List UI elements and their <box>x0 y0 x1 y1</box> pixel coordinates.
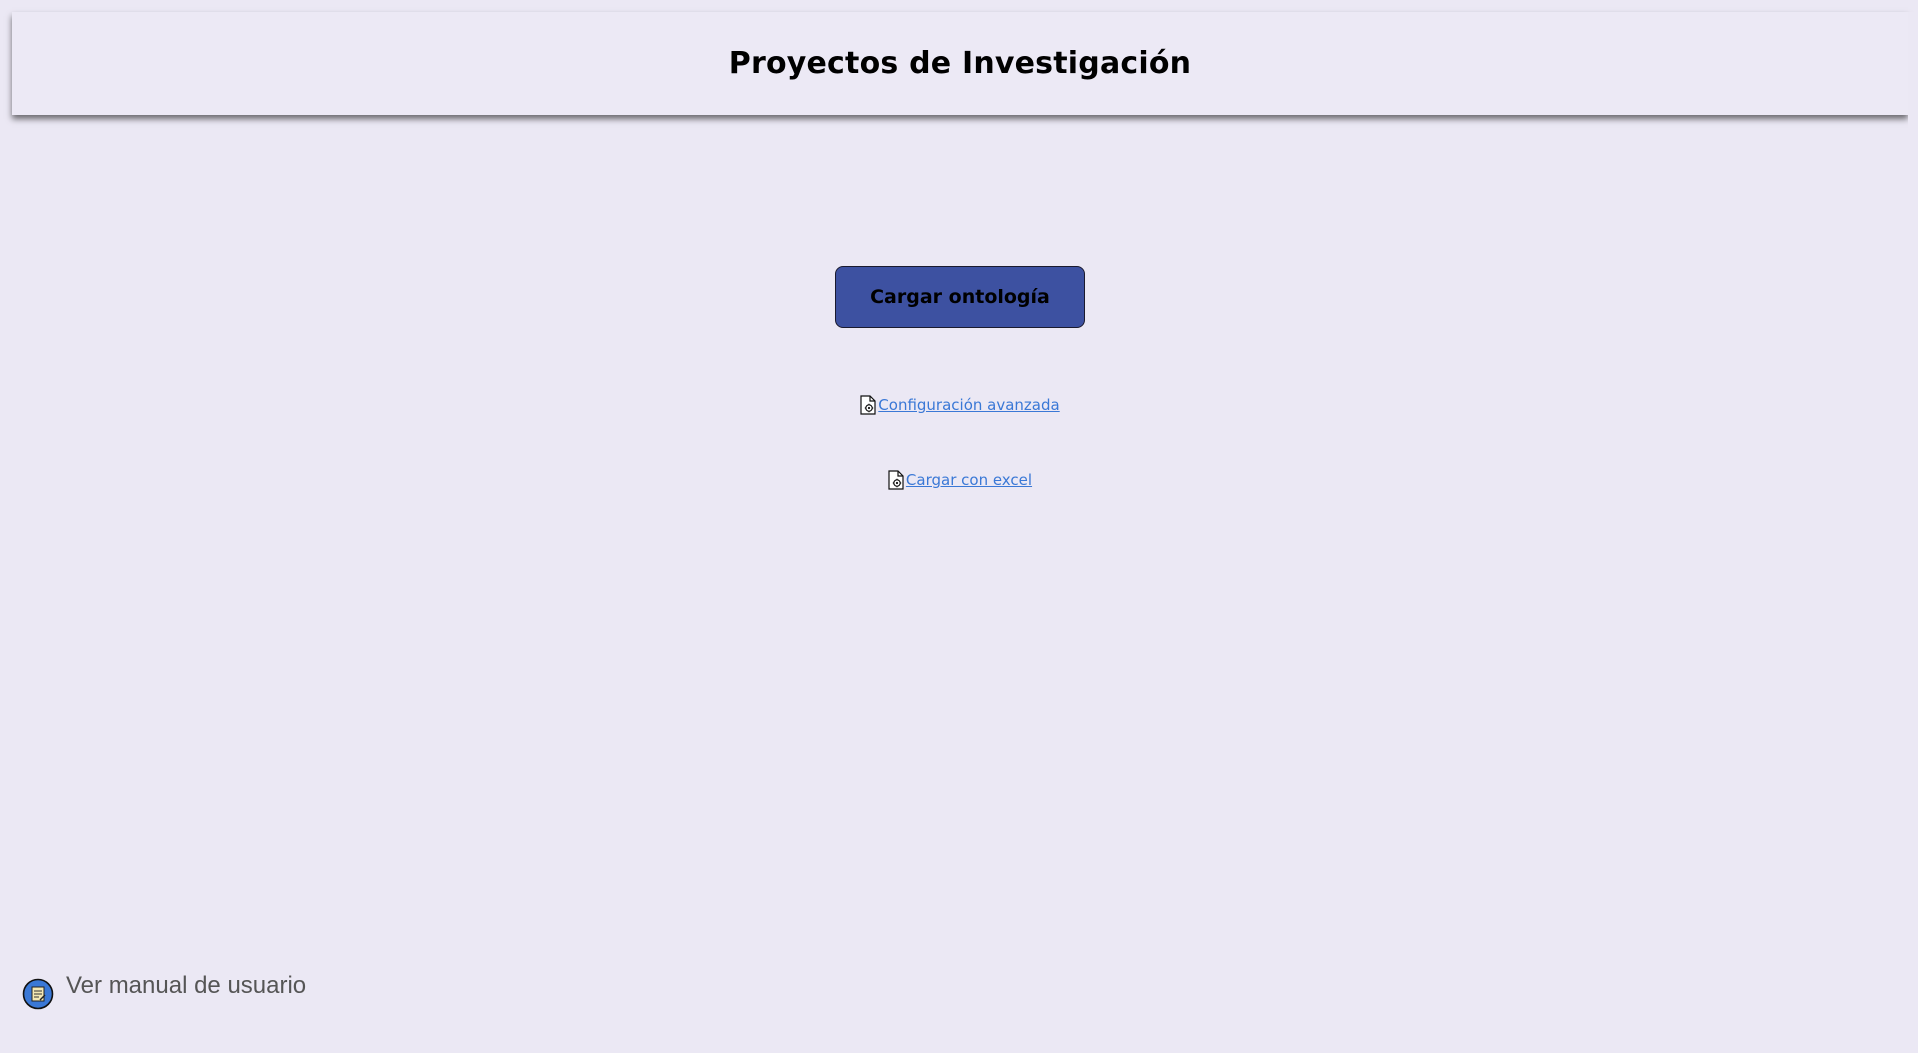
advanced-config-link-row: Configuración avanzada <box>0 395 1920 415</box>
document-gear-icon <box>888 470 904 490</box>
user-manual-label: Ver manual de usuario <box>66 972 307 999</box>
advanced-config-link[interactable]: Configuración avanzada <box>878 396 1059 414</box>
page-header: Proyectos de Investigación <box>12 12 1908 115</box>
user-manual-link[interactable]: Ver manual de usuario <box>22 968 306 1010</box>
load-ontology-button[interactable]: Cargar ontología <box>835 266 1085 328</box>
excel-load-link[interactable]: Cargar con excel <box>906 471 1032 489</box>
top-strip <box>0 0 1920 12</box>
page-title: Proyectos de Investigación <box>728 46 1192 81</box>
notepad-icon <box>22 978 54 1010</box>
document-gear-icon <box>860 395 876 415</box>
excel-load-link-row: Cargar con excel <box>0 470 1920 490</box>
